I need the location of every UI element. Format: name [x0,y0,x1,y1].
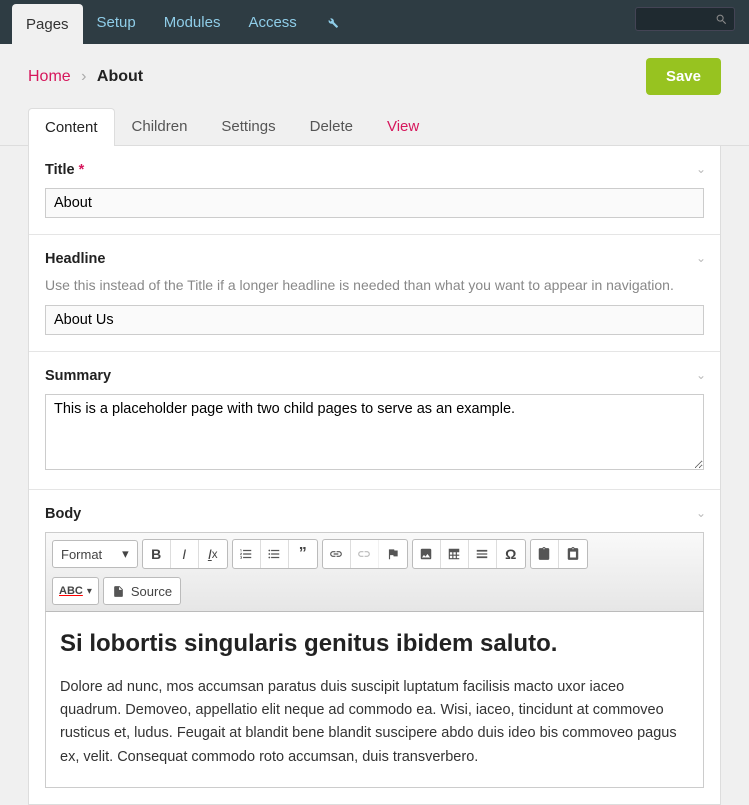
chevron-down-icon[interactable]: ⌄ [696,368,706,382]
search-input[interactable] [645,12,715,27]
hr-icon [475,547,489,561]
field-body-section: ⌄ Body Format ▾ B I Ix ” [29,490,720,804]
tab-view[interactable]: View [370,107,436,145]
body-heading: Si lobortis singularis genitus ibidem sa… [60,630,689,658]
topnav-tab-label: Modules [164,14,221,31]
paste-group [530,539,588,569]
top-nav: Pages Setup Modules Access [0,0,749,44]
topnav-tab-label: Access [248,14,296,31]
list-group: ” [232,539,318,569]
paste-word-icon [566,547,580,561]
label-text: Title [45,162,75,178]
source-label: Source [131,584,172,599]
insert-group: Ω [412,539,526,569]
remove-format-button[interactable]: Ix [199,540,227,568]
unlink-icon [357,547,371,561]
title-input[interactable] [45,188,704,218]
format-dropdown[interactable]: Format ▾ [52,540,138,568]
wrench-icon [325,15,339,29]
field-headline-section: ⌄ Headline Use this instead of the Title… [29,235,720,352]
text-style-group: B I Ix [142,539,228,569]
editor-content[interactable]: Si lobortis singularis genitus ibidem sa… [45,612,704,788]
bullet-list-button[interactable] [261,540,289,568]
link-icon [329,547,343,561]
search-icon [715,13,728,26]
editor-toolbar: Format ▾ B I Ix ” [45,532,704,612]
link-button[interactable] [323,540,351,568]
chevron-down-icon[interactable]: ⌄ [696,251,706,265]
anchor-button[interactable] [379,540,407,568]
header-row: Home › About Save [0,44,749,107]
headline-label: Headline [45,251,704,267]
form-panel: ⌄ Title * ⌄ Headline Use this instead of… [28,146,721,805]
paste-text-icon [537,547,551,561]
headline-help: Use this instead of the Title if a longe… [45,277,704,293]
chevron-down-icon[interactable]: ⌄ [696,506,706,520]
image-button[interactable] [413,540,441,568]
caret-down-icon: ▾ [122,546,129,562]
specialchar-button[interactable]: Ω [497,540,525,568]
numbered-list-icon [239,547,253,561]
chevron-down-icon[interactable]: ⌄ [696,162,706,176]
tab-settings[interactable]: Settings [204,107,292,145]
chevron-right-icon: › [81,68,86,85]
required-asterisk: * [79,162,85,178]
table-button[interactable] [441,540,469,568]
breadcrumb-home[interactable]: Home [28,68,71,85]
topnav-tab-modules[interactable]: Modules [150,0,235,44]
search-box[interactable] [635,7,735,31]
hr-button[interactable] [469,540,497,568]
tab-children[interactable]: Children [115,107,205,145]
caret-down-icon: ▾ [87,586,92,597]
flag-icon [386,547,400,561]
topnav-tab-label: Setup [97,14,136,31]
topnav-tab-setup[interactable]: Setup [83,0,150,44]
table-icon [447,547,461,561]
body-paragraph: Dolore ad nunc, mos accumsan paratus dui… [60,676,689,769]
paste-word-button[interactable] [559,540,587,568]
breadcrumb: Home › About [28,68,143,86]
paste-text-button[interactable] [531,540,559,568]
save-button[interactable]: Save [646,58,721,95]
spellcheck-icon: ABC [59,585,83,597]
source-icon [112,585,125,598]
blockquote-button[interactable]: ” [289,540,317,568]
topnav-tools[interactable] [311,0,353,44]
headline-input[interactable] [45,305,704,335]
topnav-tab-label: Pages [26,16,69,33]
italic-button[interactable]: I [171,540,199,568]
format-label: Format [61,547,102,562]
bold-button[interactable]: B [143,540,171,568]
title-label: Title * [45,162,704,178]
content-tabs: Content Children Settings Delete View [0,107,749,146]
tab-delete[interactable]: Delete [293,107,370,145]
tab-content[interactable]: Content [28,108,115,146]
field-summary-section: ⌄ Summary This is a placeholder page wit… [29,352,720,490]
source-button[interactable]: Source [103,577,181,605]
breadcrumb-current: About [97,68,143,85]
bullet-list-icon [267,547,281,561]
body-label: Body [45,506,704,522]
field-title-section: ⌄ Title * [29,146,720,235]
numbered-list-button[interactable] [233,540,261,568]
topnav-tab-pages[interactable]: Pages [12,4,83,44]
link-group [322,539,408,569]
summary-textarea[interactable]: This is a placeholder page with two chil… [45,394,704,470]
image-icon [419,547,433,561]
topnav-tab-access[interactable]: Access [234,0,310,44]
summary-label: Summary [45,368,704,384]
spellcheck-dropdown[interactable]: ABC ▾ [52,577,99,605]
unlink-button[interactable] [351,540,379,568]
